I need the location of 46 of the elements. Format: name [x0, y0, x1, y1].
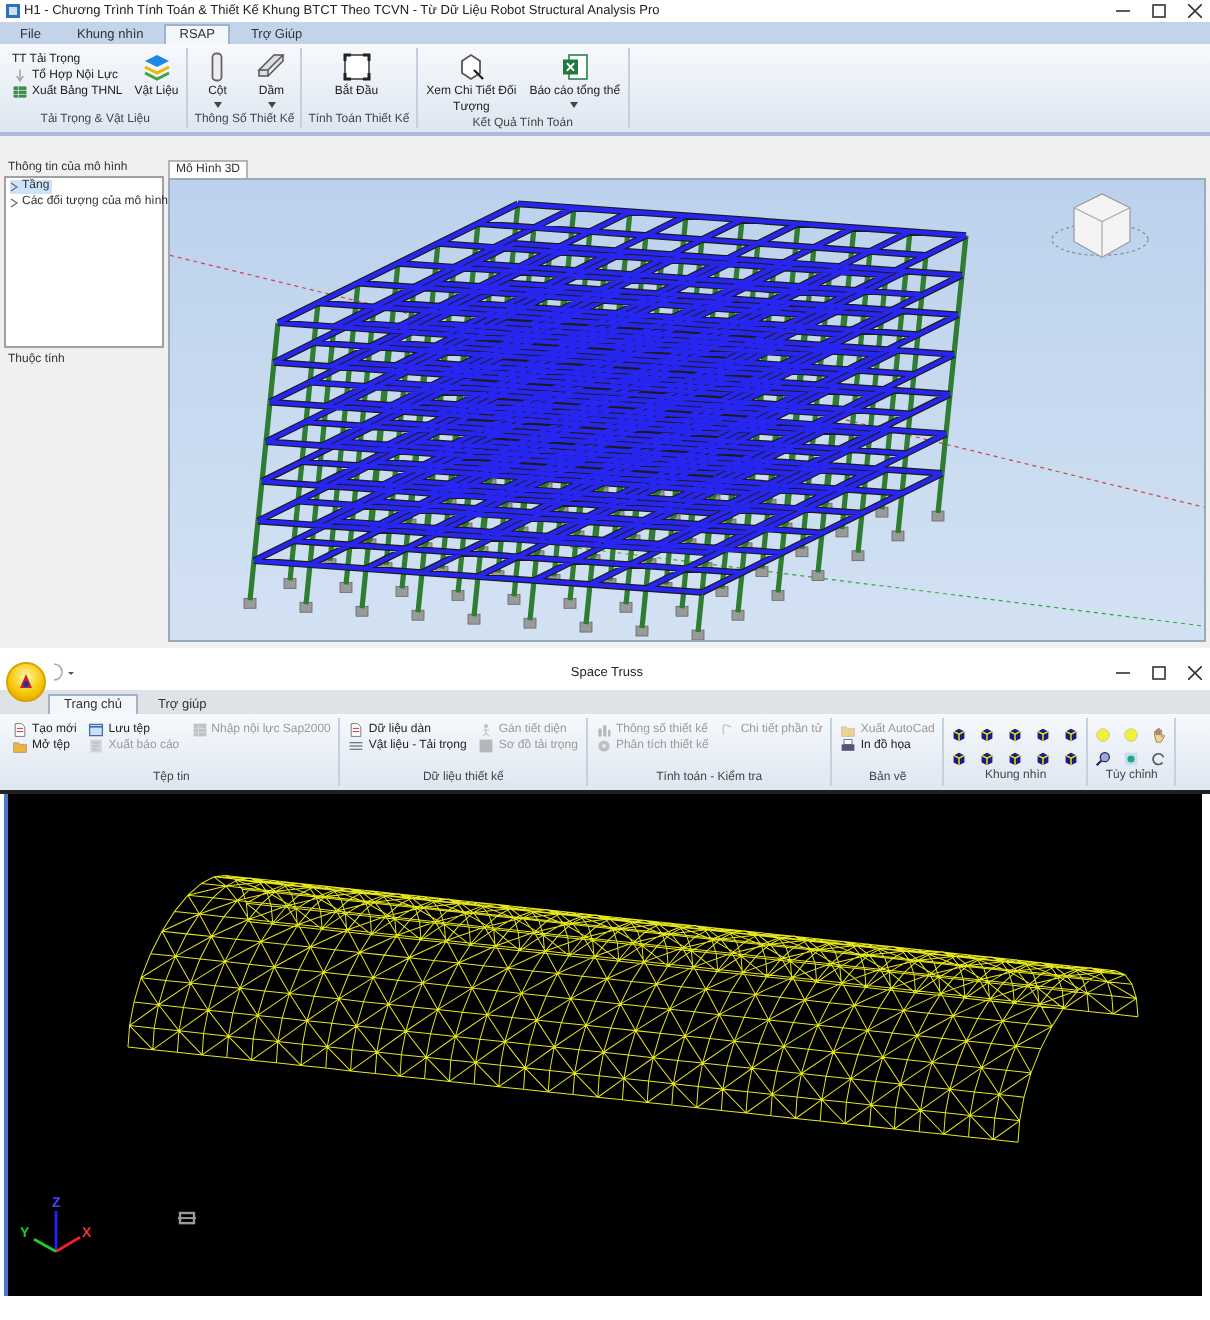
- bar-chart-icon: [595, 722, 612, 738]
- close-icon[interactable]: [1188, 4, 1202, 18]
- view-cube-icon[interactable]: [1006, 750, 1025, 768]
- view-cube-icon[interactable]: [1034, 726, 1053, 744]
- figure-icon: [478, 722, 495, 738]
- view-cube-icon[interactable]: [1034, 750, 1053, 768]
- maximize-icon[interactable]: [1152, 4, 1166, 18]
- document-icon: [348, 722, 365, 738]
- frame-icon: [341, 52, 372, 82]
- app-menu-button[interactable]: [6, 662, 46, 702]
- bounding-box-icon: [178, 1211, 196, 1225]
- arrow-down-icon: [12, 68, 28, 84]
- spreadsheet-icon: [559, 52, 590, 82]
- beam-icon: [256, 52, 287, 82]
- axis-triad-icon: [33, 1211, 81, 1253]
- grid-icon: [478, 738, 495, 754]
- maximize-icon[interactable]: [1152, 666, 1166, 680]
- folder-icon: [12, 738, 28, 754]
- curve-icon: [720, 722, 737, 738]
- target-icon[interactable]: [1122, 750, 1141, 768]
- app-icon: [6, 4, 20, 18]
- minimize-icon[interactable]: [1116, 4, 1130, 18]
- logo-icon: [16, 672, 36, 692]
- view-cube-icon[interactable]: [950, 750, 969, 768]
- report-icon: [88, 738, 105, 754]
- hand-icon[interactable]: [1150, 726, 1169, 744]
- view-cube-icon[interactable]: [1062, 750, 1081, 768]
- printer-icon: [840, 738, 857, 754]
- close-icon[interactable]: [1188, 666, 1202, 680]
- minimize-icon[interactable]: [1116, 666, 1130, 680]
- table-icon: [191, 722, 208, 738]
- cube-icon: [456, 52, 487, 82]
- view-cube-icon[interactable]: [950, 726, 969, 744]
- refresh-icon[interactable]: [1150, 750, 1169, 768]
- layers-icon: [141, 52, 172, 82]
- view-cube-icon[interactable]: [1062, 726, 1081, 744]
- folder-icon: [840, 722, 857, 738]
- window-icon: [88, 722, 105, 738]
- view-cube-icon[interactable]: [978, 750, 997, 768]
- zoom-icon[interactable]: [1094, 750, 1113, 768]
- view-cube-icon[interactable]: [978, 726, 997, 744]
- list-icon: [348, 738, 365, 754]
- document-icon: [12, 722, 28, 738]
- gear-icon: [595, 738, 612, 754]
- view-cube-icon[interactable]: [1006, 726, 1025, 744]
- spreadsheet-icon: [12, 84, 28, 100]
